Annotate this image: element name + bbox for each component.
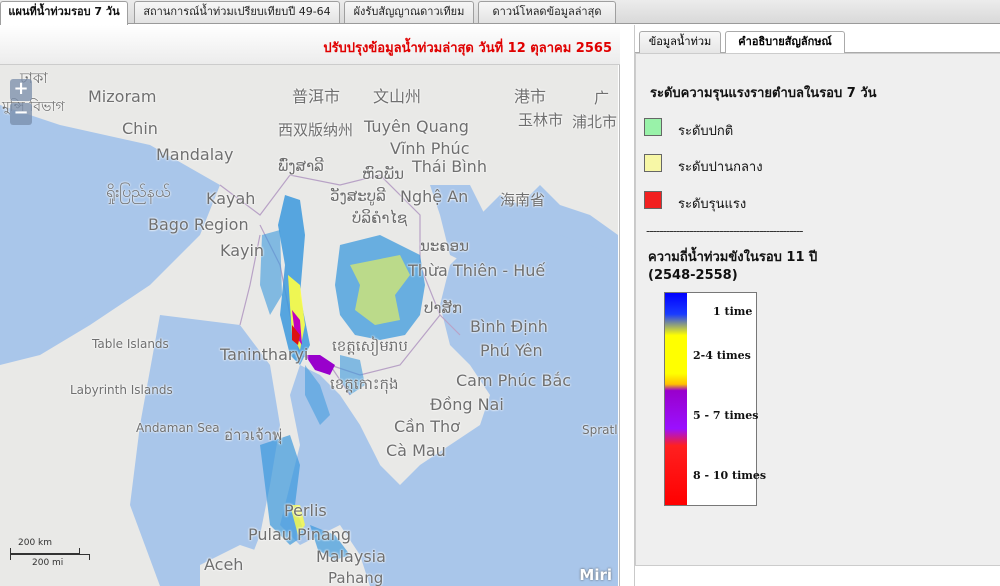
map-label: Perlis [284, 501, 327, 520]
map-label: Đồng Nai [430, 395, 504, 414]
map-label: Pahang [328, 569, 384, 586]
tab-flood-map-7-days[interactable]: แผนที่น้ำท่วมรอบ 7 วัน [0, 1, 128, 25]
map-label: ພົ່ງສາລີ [278, 157, 324, 175]
legend-label: ระดับรุนแรง [678, 197, 747, 212]
map-label: ນະຄອນ [420, 237, 470, 255]
map-label: Andaman Sea [136, 421, 220, 435]
legend-title: ระดับความรุนแรงรายตำบลในรอบ 7 วัน [650, 86, 877, 101]
map-label: 广 [594, 89, 610, 107]
legend-separator: ----------------------------------------… [646, 224, 804, 238]
map-label: Tanintharyi [220, 345, 309, 364]
map-label: ရှိုးပြည်နယ် [106, 182, 171, 201]
frequency-title: ความถี่น้ำท่วมขังในรอบ 11 ปี (2548-2558) [648, 249, 948, 285]
side-panel: ข้อมูลน้ำท่วม คำอธิบายสัญลักษณ์ ระดับควา… [634, 25, 1000, 586]
tab-flood-comparison[interactable]: สถานการณ์น้ำท่วมเปรียบเทียบปี 49-64 [134, 1, 340, 23]
map-label: 浦北市 [572, 113, 618, 131]
map-label: ຫົວພັນ [362, 165, 404, 183]
tab-flood-info[interactable]: ข้อมูลน้ำท่วม [639, 31, 721, 53]
frequency-label-4: 8 - 10 times [693, 469, 767, 482]
map-label: Aceh [204, 555, 244, 574]
frequency-title-text: ความถี่น้ำท่วมขังในรอบ 11 ปี [648, 250, 818, 265]
map-label: Vĩnh Phúc [390, 139, 470, 158]
map-label: 文山州 [373, 87, 422, 106]
map-label: Bago Region [148, 215, 249, 234]
map-label: Cần Thơ [394, 417, 460, 436]
map-label: ວັງສະບູລີ [330, 187, 386, 205]
flood-map[interactable]: ঢাকা Mizoram 普洱市 文山州 港市 广 মুন্সি বিভাগ C… [0, 65, 618, 586]
legend-swatch [644, 191, 662, 209]
map-label: 玉林市 [518, 111, 564, 129]
zoom-in-button[interactable]: + [10, 79, 32, 101]
legend-item-moderate: ระดับปานกลาง [644, 154, 944, 175]
zoom-controls: + − [10, 79, 36, 129]
frequency-years: (2548-2558) [648, 268, 738, 283]
scale-mi-label: 200 mi [32, 558, 64, 568]
map-label: Mizoram [88, 87, 157, 106]
frequency-label-3: 5 - 7 times [693, 409, 759, 422]
legend-item-normal: ระดับปกติ [644, 118, 944, 139]
scale-km-label: 200 km [18, 538, 53, 548]
map-panel: ปรับปรุงข้อมูลน้ำท่วมล่าสุด วันที่ 12 ตุ… [0, 25, 620, 586]
map-label: Phú Yên [480, 341, 543, 360]
map-label: Mandalay [156, 145, 234, 164]
tab-legend[interactable]: คำอธิบายสัญลักษณ์ [725, 31, 845, 54]
frequency-color-bar: 1 time 2-4 times 5 - 7 times 8 - 10 time… [664, 292, 766, 506]
legend-swatch [644, 154, 662, 172]
map-label: Labyrinth Islands [70, 383, 173, 397]
map-label: Cam Phúc Bắc [456, 371, 572, 390]
map-label: 西双版纳州 [278, 121, 354, 139]
map-label: Kayah [206, 189, 256, 208]
map-label: Nghệ An [400, 187, 469, 206]
map-label: Table Islands [92, 337, 169, 351]
update-banner-text: ปรับปรุงข้อมูลน้ำท่วมล่าสุด วันที่ 12 ตุ… [323, 41, 612, 56]
map-label: Bình Định [470, 317, 548, 336]
map-label: Pulau Pinang [248, 525, 351, 544]
map-label: ខេត្តកោះកុង [330, 375, 399, 393]
tab-satellite-schedule[interactable]: ผังรับสัญญาณดาวเทียม [344, 1, 474, 23]
map-label: Cà Mau [386, 441, 446, 460]
map-label: 普洱市 [292, 87, 341, 106]
main-tab-bar: แผนที่น้ำท่วมรอบ 7 วัน สถานการณ์น้ำท่วมเ… [0, 0, 1000, 25]
map-label: 海南省 [500, 191, 546, 209]
zoom-out-button[interactable]: − [10, 103, 32, 125]
map-label: ປາສັກ [424, 299, 463, 317]
legend-swatch [644, 118, 662, 136]
map-label: อ่าวเจ้าพุ่ [224, 426, 283, 444]
map-label: 港市 [514, 87, 547, 106]
map-label: Malaysia [316, 547, 386, 566]
frequency-gradient [665, 293, 687, 505]
map-label: Thừa Thiên - Huế [408, 261, 546, 280]
map-label: Tuyên Quang [364, 117, 469, 136]
legend-label: ระดับปกติ [678, 124, 734, 139]
panel-tab-bar: ข้อมูลน้ำท่วม คำอธิบายสัญลักษณ์ [635, 29, 1000, 54]
frequency-label-2: 2-4 times [693, 349, 751, 362]
tab-download-latest[interactable]: ดาวน์โหลดข้อมูลล่าสุด [478, 1, 616, 23]
frequency-label-1: 1 time [713, 305, 753, 318]
map-attribution: Miri [579, 566, 612, 584]
map-label: Kayin [220, 241, 265, 260]
map-label: Spratl [582, 423, 618, 437]
legend-panel: ระดับความรุนแรงรายตำบลในรอบ 7 วัน ระดับป… [635, 53, 1000, 566]
legend-item-severe: ระดับรุนแรง [644, 191, 944, 212]
legend-label: ระดับปานกลาง [678, 160, 763, 175]
map-label: ບໍລິຄໍາໄຊ [352, 209, 408, 227]
map-label: ខេត្តសៀមរាប [332, 337, 408, 355]
map-label: Thái Bình [412, 157, 487, 176]
scale-bar: 200 km 200 mi [10, 538, 90, 568]
map-label: Chin [122, 119, 158, 138]
update-banner: ปรับปรุงข้อมูลน้ำท่วมล่าสุด วันที่ 12 ตุ… [0, 25, 620, 65]
